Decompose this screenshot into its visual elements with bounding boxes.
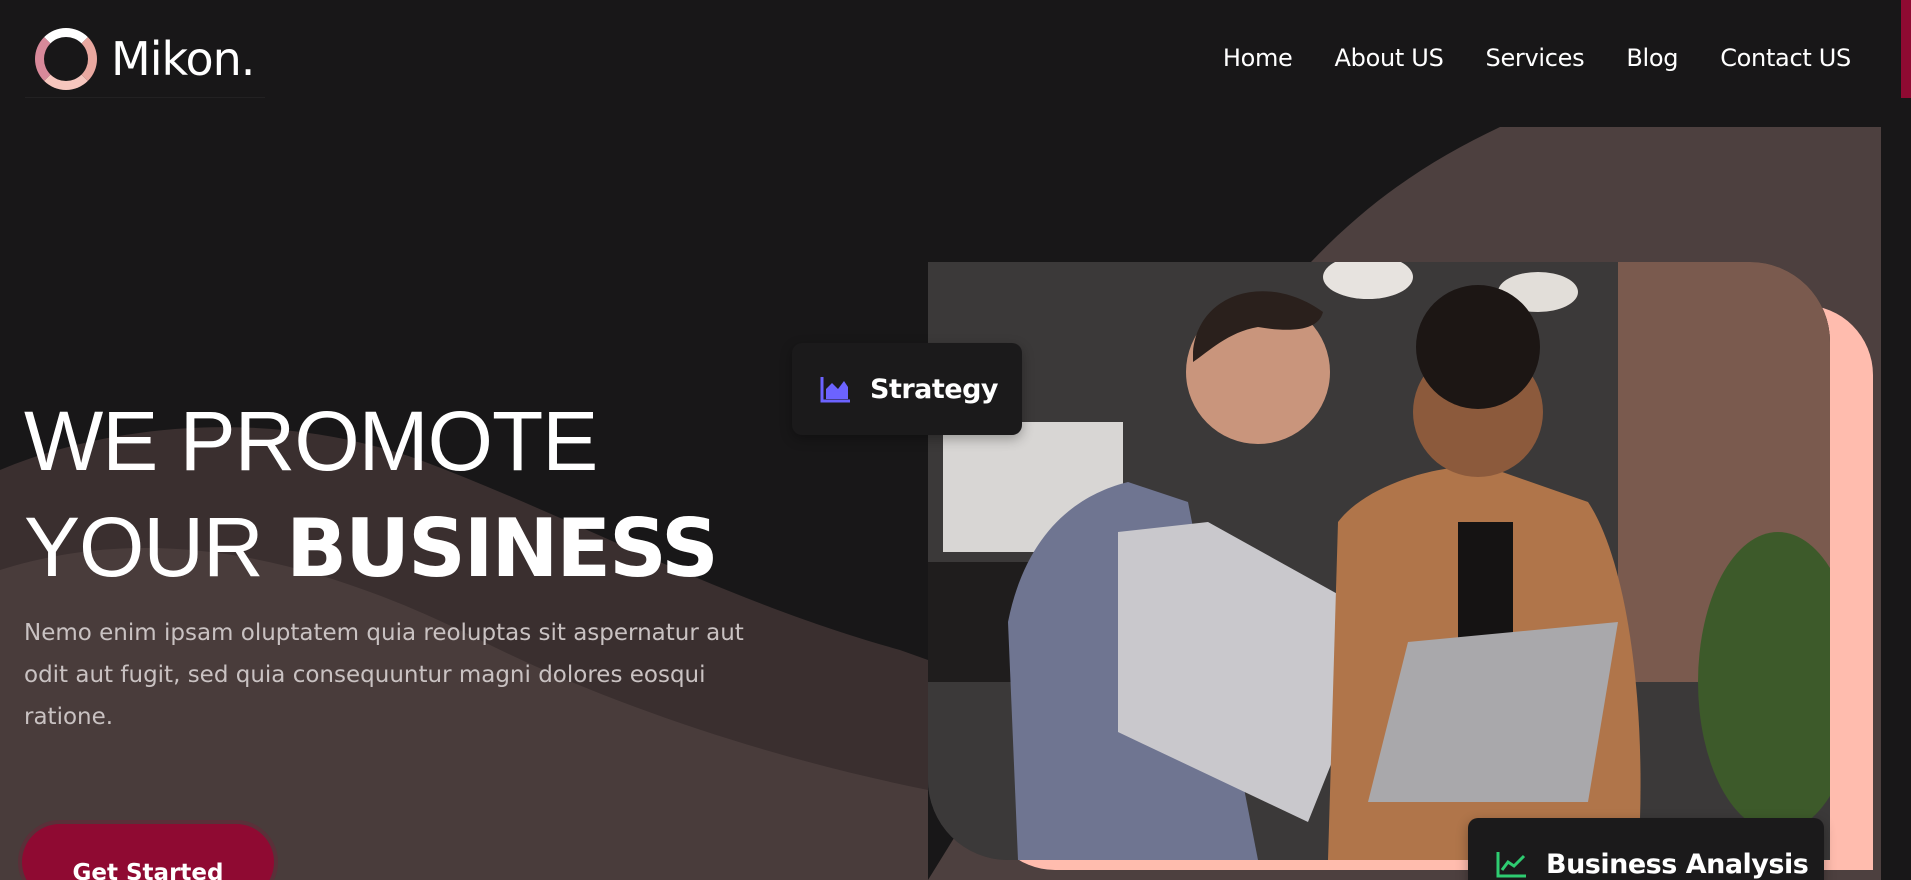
line-chart-icon — [1496, 852, 1526, 878]
nav-contact-link[interactable]: Contact US — [1720, 44, 1851, 72]
hero-title-line1: WE PROMOTE — [24, 394, 598, 488]
strategy-card: Strategy — [792, 343, 1022, 435]
hero-title: WE PROMOTE YOUR BUSINESS — [24, 388, 719, 602]
edge-accent-bar — [1901, 0, 1911, 98]
hero-photo — [928, 262, 1830, 860]
business-analysis-card-label: Business Analysis — [1546, 848, 1809, 880]
main-nav: Home About US Services Blog Contact US — [1223, 44, 1851, 72]
business-analysis-card: Business Analysis — [1468, 818, 1824, 880]
hero-title-line2: YOUR BUSINESS — [24, 494, 719, 602]
strategy-card-label: Strategy — [870, 373, 999, 405]
get-started-button[interactable]: Get Started — [22, 824, 274, 880]
logo-text: Mikon. — [111, 31, 255, 86]
nav-blog-link[interactable]: Blog — [1626, 44, 1678, 72]
hero-title-light-word: YOUR — [24, 500, 264, 594]
nav-about-link[interactable]: About US — [1335, 44, 1444, 72]
nav-services-link[interactable]: Services — [1486, 44, 1585, 72]
photo-woman-hair — [1416, 285, 1540, 409]
site-header: Mikon. Home About US Services Blog Conta… — [0, 0, 1911, 118]
logo[interactable]: Mikon. — [25, 20, 265, 98]
hero-title-bold-word: BUSINESS — [286, 502, 719, 595]
photo-woman-top — [1458, 522, 1513, 642]
hero-description: Nemo enim ipsam oluptatem quia reoluptas… — [24, 620, 744, 730]
area-chart-icon — [820, 377, 850, 403]
logo-ring-icon — [35, 27, 97, 90]
nav-home-link[interactable]: Home — [1223, 44, 1293, 72]
